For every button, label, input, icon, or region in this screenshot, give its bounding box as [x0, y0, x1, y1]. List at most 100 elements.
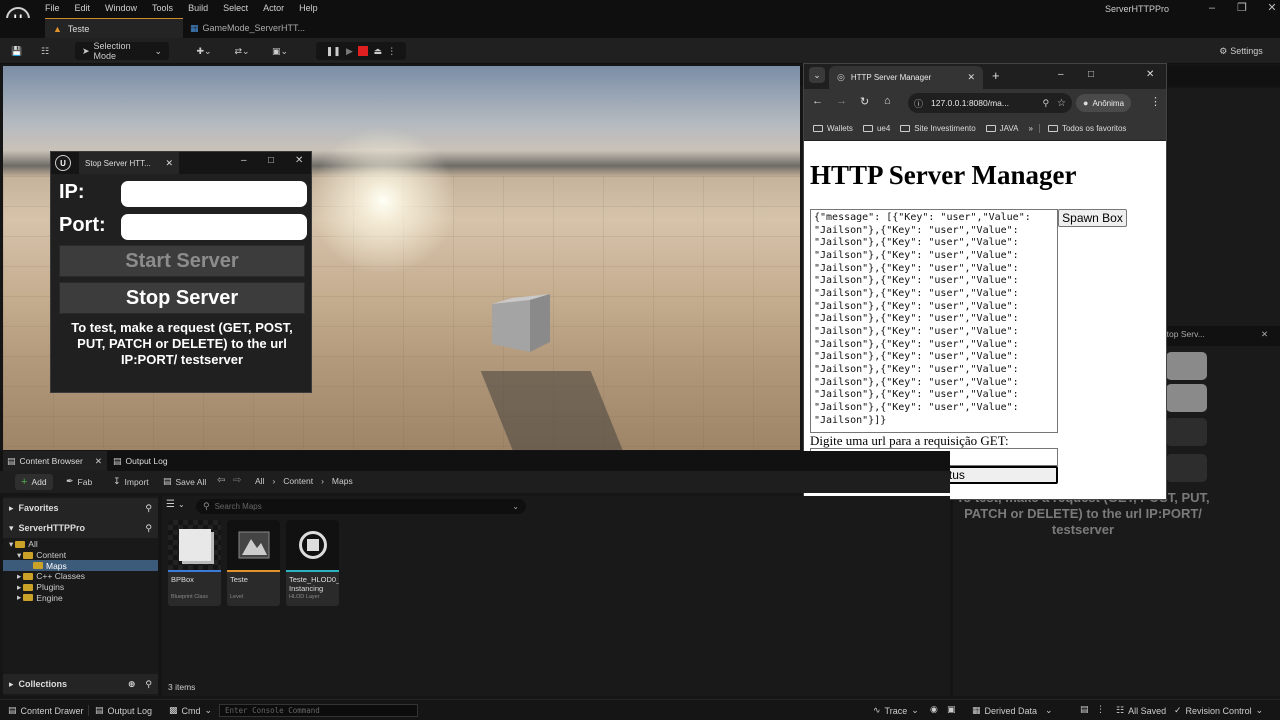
breadcrumb-all[interactable]: All — [255, 476, 264, 486]
tree-item-maps[interactable]: Maps — [3, 560, 158, 572]
docked-ip-input[interactable] — [1166, 352, 1207, 380]
more-options-icon[interactable]: ⋮ — [1150, 95, 1161, 108]
camera-icon[interactable]: ▣ — [947, 704, 956, 715]
breadcrumb-content[interactable]: Content — [283, 476, 313, 486]
tree-item-all[interactable]: ▾ All — [3, 539, 158, 550]
tab-output-log[interactable]: ▤ Output Log — [113, 451, 168, 471]
cinematics-icon[interactable]: ▣⌄ — [268, 42, 292, 60]
bookmark-java[interactable]: JAVA — [985, 124, 1019, 133]
zoom-icon[interactable]: ⚲ — [1042, 98, 1049, 109]
fab-button[interactable]: ✒ Fab — [66, 476, 92, 487]
bookmark-wallets[interactable]: Wallets — [813, 124, 853, 133]
minimize-icon[interactable]: – — [1197, 2, 1227, 14]
all-bookmarks[interactable]: Todos os favoritos — [1038, 123, 1126, 133]
trace-dropdown[interactable]: ∿ Trace ⌄ — [873, 705, 919, 716]
incognito-profile[interactable]: ● Anônima — [1076, 94, 1132, 112]
save-icon[interactable]: 💾 — [9, 42, 25, 60]
asset-tile[interactable]: Teste_HLOD0_ Instancing HLOD Layer — [286, 520, 339, 606]
menu-edit[interactable]: Edit — [75, 3, 91, 13]
start-server-button[interactable]: Start Server — [59, 245, 305, 277]
maximize-icon[interactable]: ❐ — [1227, 1, 1257, 14]
close-tab-icon[interactable]: ✕ — [165, 158, 173, 169]
more-options-icon[interactable]: ⋮ — [1096, 704, 1105, 715]
add-collection-icon[interactable]: ⊕ — [128, 679, 136, 690]
blueprint-menu-icon[interactable]: ⇄⌄ — [230, 42, 254, 60]
address-bar[interactable]: ⓘ 127.0.0.1:8080/ma... ⚲ ☆ — [908, 93, 1072, 113]
tab-gamemode[interactable]: ▦ GameMode_ServerHTT... — [190, 18, 305, 38]
reload-icon[interactable]: ↻ — [860, 95, 869, 108]
output-log-button[interactable]: ▤ Output Log — [88, 705, 152, 716]
add-actor-icon[interactable]: ✚⌄ — [192, 42, 216, 60]
menu-window[interactable]: Window — [105, 3, 137, 13]
tab-content-browser[interactable]: ▤ Content Browser ✕ — [3, 451, 107, 471]
new-tab-icon[interactable]: + — [992, 68, 1000, 83]
project-section[interactable]: ▾ ServerHTTPPro ⚲ — [3, 518, 158, 538]
close-tab-icon[interactable]: ✕ — [95, 456, 102, 467]
spawn-box-button[interactable]: Spawn Box — [1058, 209, 1127, 227]
back-icon[interactable]: ← — [812, 95, 823, 107]
docked-start-button[interactable] — [1166, 418, 1207, 446]
close-icon[interactable]: ✕ — [295, 155, 303, 166]
menu-select[interactable]: Select — [223, 3, 248, 13]
collections-section[interactable]: ▸ Collections ⊕ ⚲ — [3, 674, 158, 694]
breadcrumb-maps[interactable]: Maps — [332, 476, 353, 486]
tree-item-cpp-classes[interactable]: ▸ C++ Classes — [3, 571, 158, 582]
docked-stop-button[interactable] — [1166, 454, 1207, 482]
eject-icon[interactable]: ⏏ — [374, 46, 383, 57]
close-tab-icon[interactable]: ✕ — [1261, 329, 1268, 340]
bookmark-ue4[interactable]: ue4 — [862, 124, 890, 133]
maximize-icon[interactable]: □ — [268, 155, 274, 166]
filter-dropdown[interactable]: ☰ ⌄ — [166, 499, 185, 510]
response-textarea[interactable]: {"message": [{"Key": "user","Value": "Ja… — [810, 209, 1058, 433]
import-button[interactable]: ↧ Import — [113, 476, 149, 487]
tree-item-content[interactable]: ▾ Content — [3, 550, 158, 561]
menu-help[interactable]: Help — [299, 3, 318, 13]
derived-data-dropdown[interactable]: ▦ Derived Data ⌄ — [972, 705, 1053, 716]
search-icon[interactable]: ⚲ — [145, 679, 152, 690]
minimize-icon[interactable]: – — [241, 155, 247, 166]
all-saved-indicator[interactable]: ☷ All Saved — [1116, 705, 1166, 716]
menu-build[interactable]: Build — [188, 3, 208, 13]
settings-button[interactable]: ⚙ Settings — [1211, 42, 1271, 60]
bookmark-site-investimento[interactable]: Site Investimento — [900, 124, 976, 133]
maximize-icon[interactable]: □ — [1088, 69, 1094, 80]
stop-server-button[interactable]: Stop Server — [59, 282, 305, 314]
notifications-icon[interactable]: ▤ — [1080, 704, 1089, 715]
asset-tile[interactable]: Teste Level — [227, 520, 280, 606]
docked-stop-server-tab[interactable]: Stop Serv... — [1161, 329, 1205, 339]
browser-tab[interactable]: ◎ HTTP Server Manager ✕ — [829, 66, 983, 89]
resume-icon[interactable]: ▶ — [346, 46, 353, 57]
forward-icon[interactable]: → — [836, 95, 847, 107]
minimize-icon[interactable]: – — [1058, 69, 1064, 80]
bookmarks-overflow-icon[interactable]: » — [1029, 124, 1033, 133]
cube-actor[interactable] — [492, 294, 550, 352]
port-input[interactable] — [121, 214, 307, 240]
docked-port-input[interactable] — [1166, 384, 1207, 412]
tab-teste[interactable]: ▲ Teste — [45, 18, 183, 38]
asset-tile[interactable]: BPBox Blueprint Class — [168, 520, 221, 606]
more-options-icon[interactable]: ⋮ — [387, 46, 396, 57]
stop-server-tab[interactable]: Stop Server HTT... ✕ — [79, 152, 179, 174]
menu-actor[interactable]: Actor — [263, 3, 284, 13]
search-maps-input[interactable]: ⚲ Search Maps ⌄ — [196, 499, 526, 514]
revision-control-dropdown[interactable]: ✓ Revision Control ⌄ — [1174, 705, 1263, 716]
tab-search-icon[interactable]: ⌄ — [809, 67, 825, 83]
stop-icon[interactable] — [358, 46, 369, 56]
add-button[interactable]: + Add — [15, 474, 53, 490]
content-drawer-button[interactable]: ▤ Content Drawer — [8, 705, 84, 716]
pause-icon[interactable]: ❚❚ — [326, 46, 341, 57]
tree-item-engine[interactable]: ▸ Engine — [3, 592, 158, 603]
site-info-icon[interactable]: ⓘ — [914, 97, 923, 110]
menu-file[interactable]: File — [45, 3, 60, 13]
close-tab-icon[interactable]: ✕ — [967, 72, 975, 83]
cmd-dropdown[interactable]: ▩ Cmd ⌄ — [169, 705, 212, 716]
menu-tools[interactable]: Tools — [152, 3, 173, 13]
home-icon[interactable]: ⌂ — [884, 95, 891, 107]
close-icon[interactable]: ✕ — [1146, 69, 1154, 80]
selection-mode-dropdown[interactable]: ➤ Selection Mode ⌄ — [75, 41, 169, 61]
history-forward-icon[interactable]: ⇨ — [233, 475, 241, 486]
ip-input[interactable] — [121, 181, 307, 207]
search-icon[interactable]: ⚲ — [145, 523, 152, 534]
close-icon[interactable]: ✕ — [1257, 1, 1280, 14]
star-icon[interactable]: ☆ — [1057, 98, 1066, 109]
